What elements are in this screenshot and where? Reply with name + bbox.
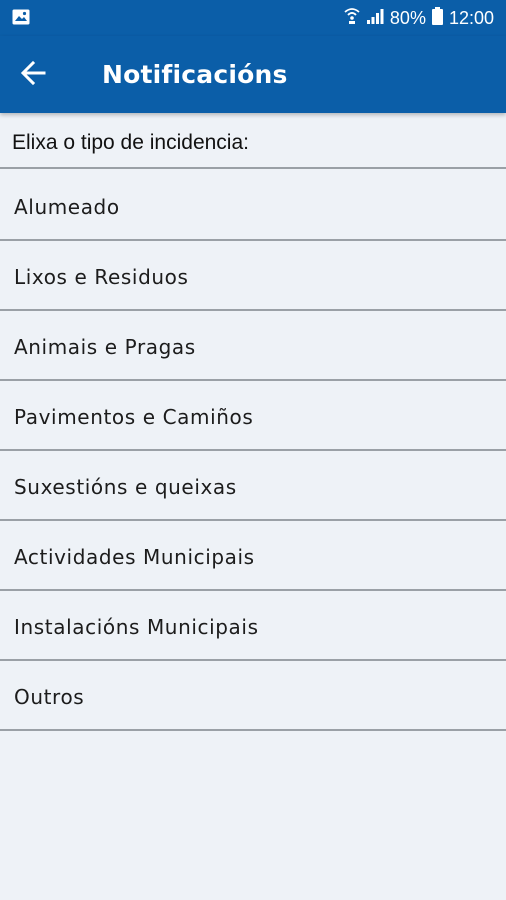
incident-type-list: Alumeado Lixos e Residuos Animais e Prag… — [0, 171, 506, 731]
signal-icon — [366, 7, 384, 30]
battery-icon — [431, 6, 443, 30]
image-icon — [12, 9, 30, 25]
wifi-calling-icon — [344, 7, 360, 30]
page-title: Notificacións — [102, 60, 288, 89]
list-item-lixos-e-residuos[interactable]: Lixos e Residuos — [0, 241, 506, 311]
list-item-outros[interactable]: Outros — [0, 661, 506, 731]
list-item-instalacions-municipais[interactable]: Instalacións Municipais — [0, 591, 506, 661]
status-bar: 80% 12:00 — [0, 0, 506, 36]
list-item-animais-e-pragas[interactable]: Animais e Pragas — [0, 311, 506, 381]
clock: 12:00 — [448, 7, 494, 28]
list-item-actividades-municipais[interactable]: Actividades Municipais — [0, 521, 506, 591]
back-button[interactable] — [16, 58, 50, 92]
app-bar: Notificacións — [0, 36, 506, 113]
battery-percent: 80% — [389, 7, 426, 28]
incident-type-prompt: Elixa o tipo de incidencia: — [0, 113, 506, 169]
status-icons: 80% 12:00 — [344, 0, 494, 36]
arrow-left-icon — [20, 60, 46, 90]
list-item-suxestions-e-queixas[interactable]: Suxestións e queixas — [0, 451, 506, 521]
list-item-pavimentos-e-caminos[interactable]: Pavimentos e Camiños — [0, 381, 506, 451]
list-item-alumeado[interactable]: Alumeado — [0, 171, 506, 241]
